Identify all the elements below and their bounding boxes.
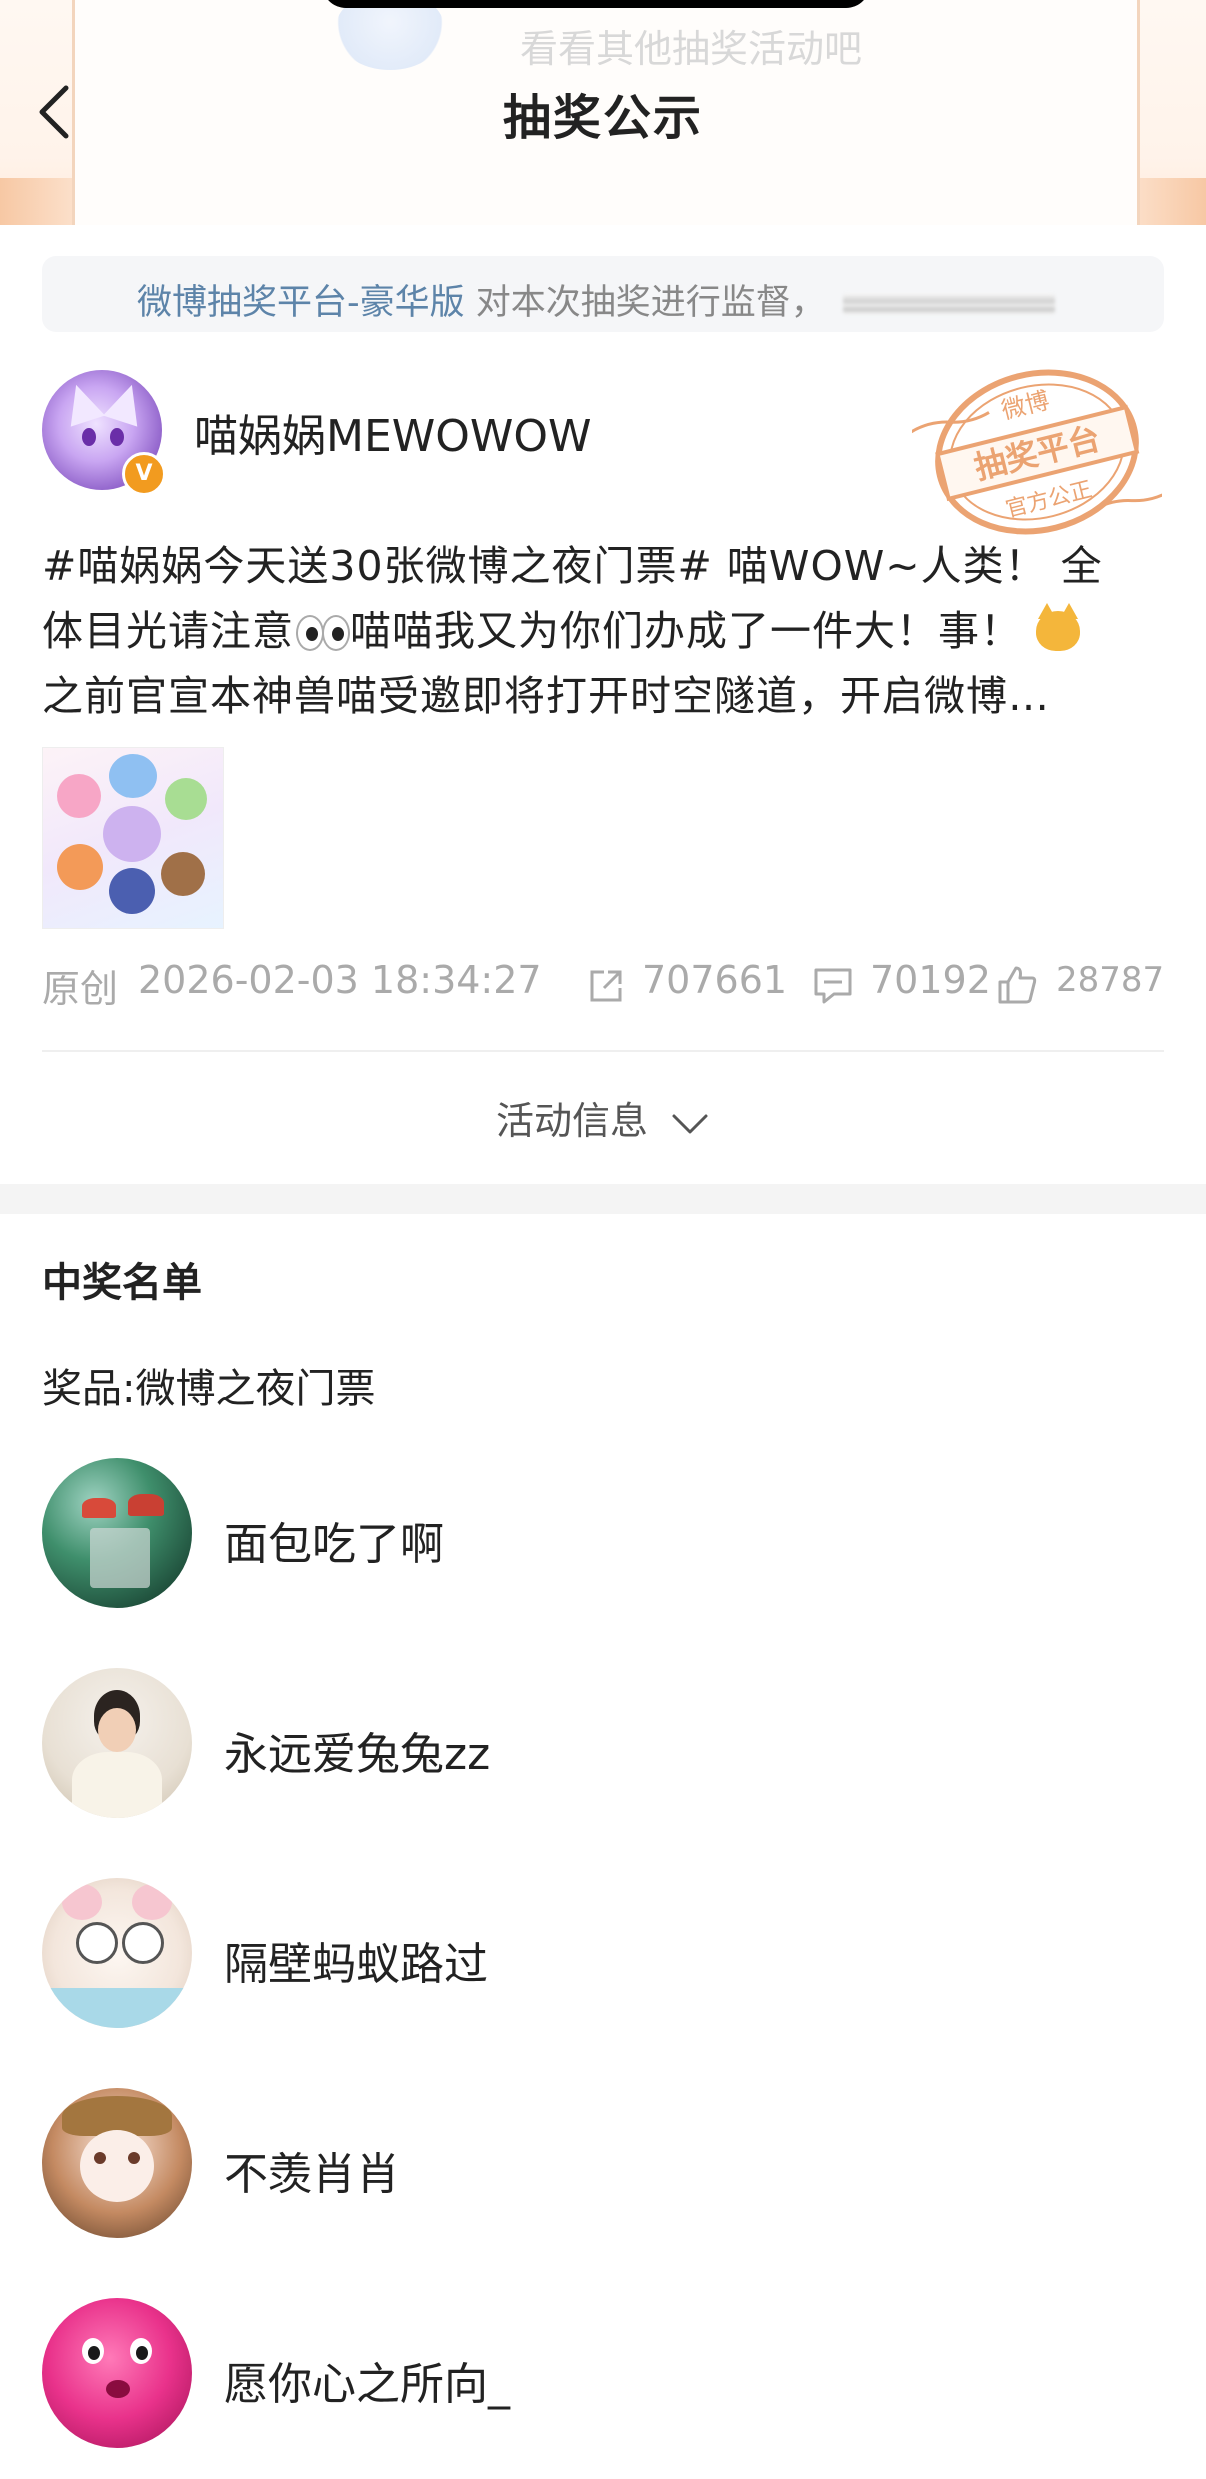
post-line-3: 之前官宣本神兽喵受邀即将打开时空隧道，开启微博… bbox=[42, 672, 1050, 720]
winner-avatar[interactable] bbox=[42, 2088, 192, 2238]
supervision-text: 对本次抽奖进行监督， bbox=[475, 283, 826, 323]
author-name[interactable]: 喵娲娲MEWOWOW bbox=[194, 400, 592, 464]
lottery-platform-link[interactable]: 微博抽奖平台-豪华版 bbox=[137, 283, 465, 323]
activity-info-toggle[interactable]: 活动信息 bbox=[0, 1090, 1206, 1145]
page-title: 抽奖公示 bbox=[502, 90, 703, 146]
winner-item[interactable]: 隔壁蚂蚁路过 bbox=[42, 1878, 1164, 2028]
supervision-banner: 微博抽奖平台-豪华版 对本次抽奖进行监督， bbox=[42, 256, 1164, 332]
eyes-emoji-icon bbox=[294, 613, 350, 651]
section-separator bbox=[0, 1184, 1206, 1214]
winner-item[interactable]: 永远爱兔兔zz bbox=[42, 1668, 1164, 1818]
like-count[interactable]: 28787 bbox=[1056, 960, 1164, 1000]
thumbs-up-icon[interactable] bbox=[996, 964, 1038, 1006]
post-line-2-b: 喵喵我又为你们办成了一件大！事！ bbox=[350, 607, 1022, 655]
winners-list-title: 中奖名单 bbox=[42, 1260, 202, 1306]
winner-avatar[interactable] bbox=[42, 2298, 192, 2448]
winner-name[interactable]: 面包吃了啊 bbox=[224, 1508, 444, 1572]
comment-count[interactable]: 70192 bbox=[870, 958, 991, 1002]
repost-icon[interactable] bbox=[586, 966, 626, 1006]
repost-count[interactable]: 707661 bbox=[642, 958, 787, 1002]
winner-item[interactable]: 愿你心之所向_ bbox=[42, 2298, 1164, 2448]
post-line-1: #喵娲娲今天送30张微博之夜门票# 喵WOW~人类！ 全 bbox=[42, 542, 1103, 590]
winner-name[interactable]: 愿你心之所向_ bbox=[224, 2348, 510, 2412]
activity-info-label: 活动信息 bbox=[495, 1099, 648, 1143]
stamp-seal-icon: 微博 抽奖平台 官方公正 bbox=[910, 369, 1172, 535]
camera-notch bbox=[322, 0, 870, 8]
post-image-thumbnail[interactable] bbox=[42, 747, 224, 929]
winner-avatar[interactable] bbox=[42, 1878, 192, 2028]
chevron-down-icon bbox=[672, 1114, 708, 1133]
blurred-supervisor-name bbox=[842, 293, 1055, 315]
winner-avatar[interactable] bbox=[42, 1668, 192, 1818]
winner-item[interactable]: 不羡肖肖 bbox=[42, 2088, 1164, 2238]
post-timestamp: 2026-02-03 18:34:27 bbox=[138, 958, 542, 1002]
winner-name[interactable]: 隔壁蚂蚁路过 bbox=[224, 1928, 488, 1992]
divider bbox=[42, 1050, 1164, 1052]
winner-name[interactable]: 永远爱兔兔zz bbox=[224, 1718, 490, 1782]
verified-badge-icon: V bbox=[122, 452, 166, 496]
official-notary-stamp: 微博 抽奖平台 官方公正 bbox=[910, 362, 1172, 542]
post-type: 原创 bbox=[42, 967, 119, 1011]
post-line-2: 体目光请注意 喵喵我又为你们办成了一件大！事！ bbox=[42, 599, 1164, 664]
top-navigation-bar: 看看其他抽奖活动吧 抽奖公示 bbox=[0, 0, 1206, 225]
prize-label: 奖品:微博之夜门票 bbox=[42, 1366, 376, 1412]
post-meta-row: 原创 2026-02-03 18:34:27 707661 70192 2878… bbox=[42, 958, 1164, 1011]
comment-icon[interactable] bbox=[812, 966, 854, 1006]
winner-item[interactable]: 面包吃了啊 bbox=[42, 1458, 1164, 1608]
winner-avatar[interactable] bbox=[42, 1458, 192, 1608]
background-hint-text: 看看其他抽奖活动吧 bbox=[520, 27, 863, 71]
post-line-2-a: 体目光请注意 bbox=[42, 607, 294, 655]
post-content[interactable]: #喵娲娲今天送30张微博之夜门票# 喵WOW~人类！ 全 体目光请注意 喵喵我又为… bbox=[42, 534, 1164, 729]
cat-emoji-icon bbox=[1036, 603, 1081, 651]
winner-name[interactable]: 不羡肖肖 bbox=[224, 2138, 400, 2202]
